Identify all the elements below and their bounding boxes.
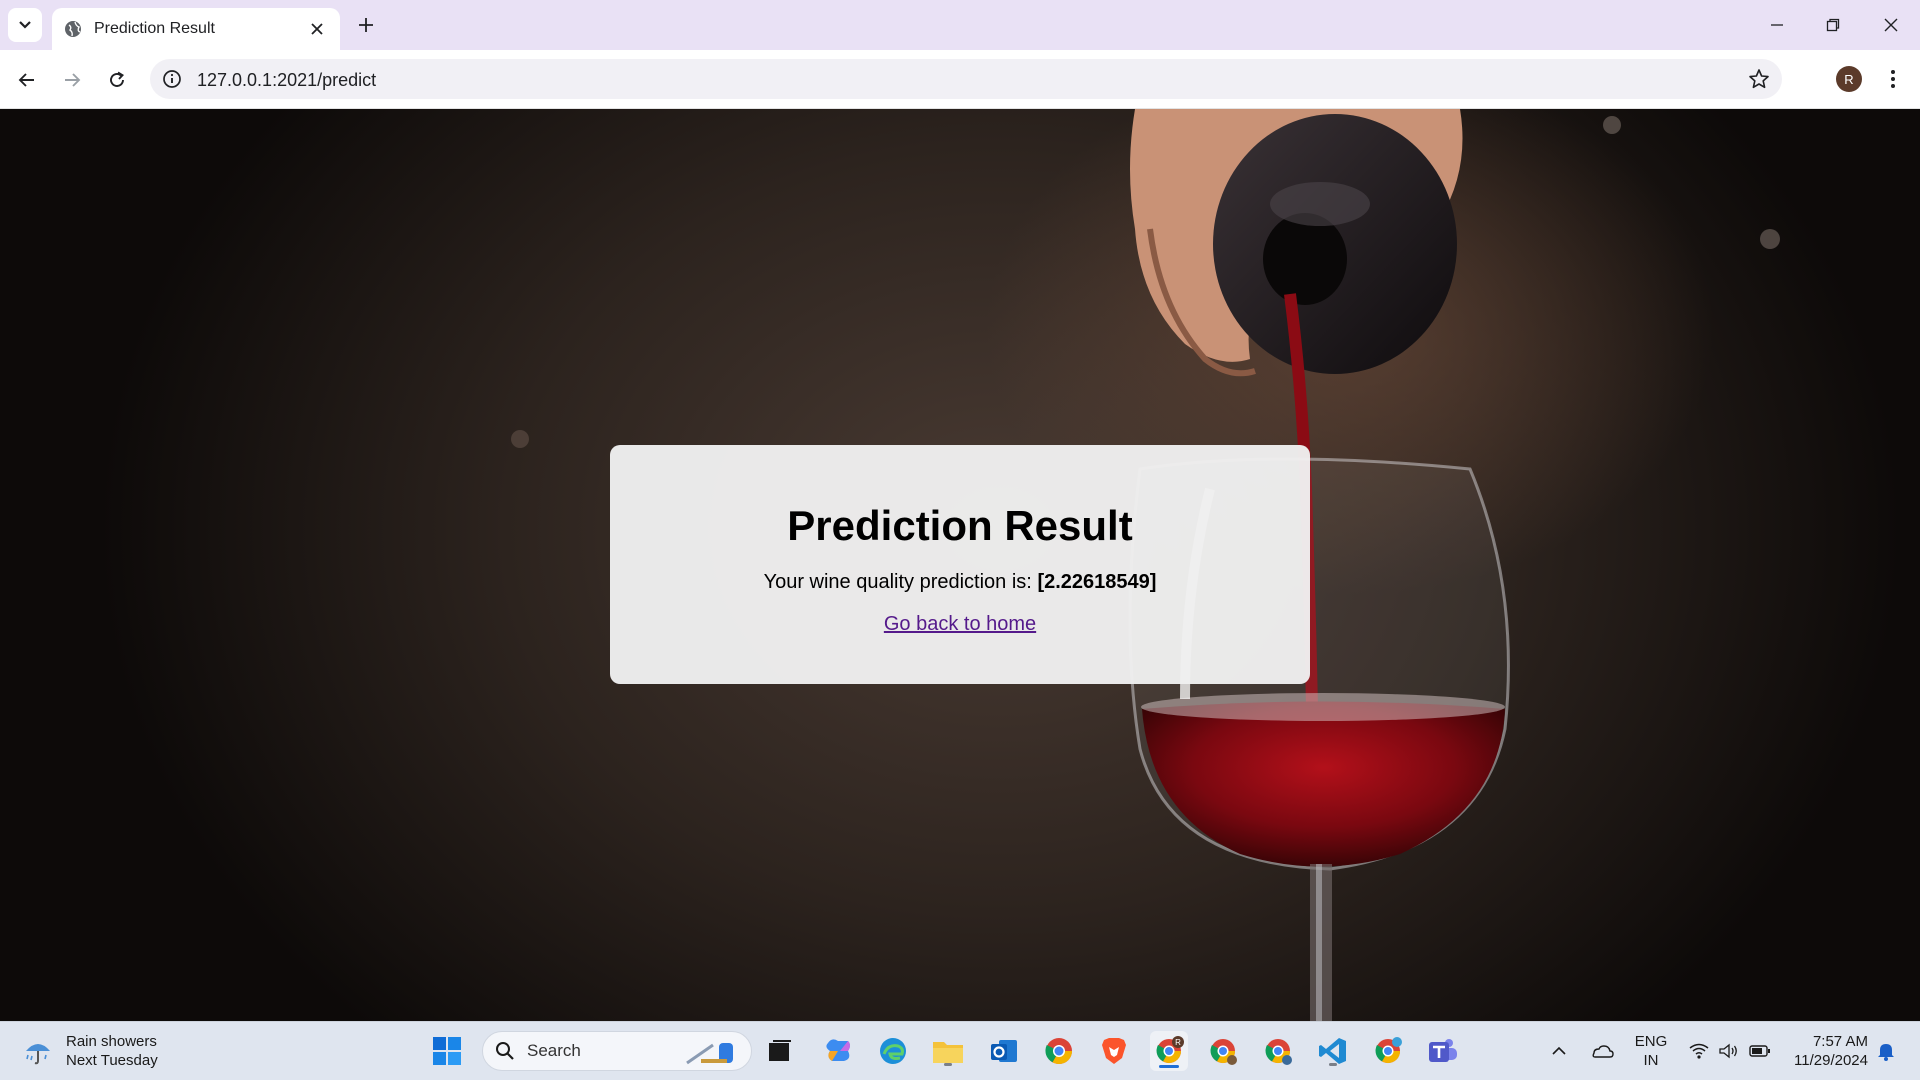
rain-umbrella-icon <box>26 1044 50 1065</box>
svg-text:R: R <box>1175 1038 1181 1047</box>
chevron-down-icon <box>19 21 31 29</box>
chrome-icon <box>1045 1038 1073 1065</box>
browser-toolbar: 127.0.0.1:2021/predict R <box>0 50 1920 109</box>
bookmark-star-icon[interactable] <box>1748 68 1770 90</box>
clock-date: 11/29/2024 <box>1794 1052 1868 1069</box>
prediction-message-prefix: Your wine quality prediction is: <box>763 571 1032 593</box>
teams-icon <box>1429 1039 1457 1062</box>
language-bottom: IN <box>1643 1052 1659 1069</box>
battery-icon <box>1749 1045 1770 1057</box>
restore-icon <box>1826 18 1840 32</box>
search-icon <box>496 1042 514 1060</box>
profile-avatar[interactable]: R <box>1836 66 1862 92</box>
vscode-icon <box>1319 1038 1346 1064</box>
chrome-profile-k-icon <box>1375 1037 1402 1064</box>
brave-icon <box>1102 1038 1126 1064</box>
chrome-button[interactable] <box>1041 1033 1077 1069</box>
outlook-icon <box>991 1040 1017 1062</box>
active-indicator <box>1159 1065 1179 1068</box>
edge-button[interactable] <box>875 1033 911 1069</box>
vscode-button[interactable] <box>1315 1033 1351 1069</box>
chrome-profile-3-button[interactable] <box>1260 1033 1296 1069</box>
address-bar[interactable]: 127.0.0.1:2021/predict <box>150 59 1782 99</box>
new-tab-button[interactable] <box>352 11 380 39</box>
file-explorer-button[interactable] <box>930 1033 966 1069</box>
minimize-icon <box>1771 24 1783 26</box>
back-button[interactable] <box>12 65 42 95</box>
chrome-profile-r-button[interactable]: R <box>1150 1031 1188 1071</box>
brave-button[interactable] <box>1096 1033 1132 1069</box>
go-home-link[interactable]: Go back to home <box>884 613 1036 636</box>
clock[interactable]: 7:57 AM 11/29/2024 <box>1786 1032 1868 1070</box>
chrome-profile-2-icon <box>1210 1039 1237 1065</box>
chrome-profile-k-button[interactable] <box>1370 1033 1406 1069</box>
bell-icon <box>1878 1044 1894 1061</box>
windows-start-icon <box>433 1037 461 1065</box>
language-indicator[interactable]: ENG IN <box>1630 1032 1672 1070</box>
chrome-profile-3-icon <box>1265 1039 1292 1065</box>
globe-icon <box>64 20 82 38</box>
arrow-right-icon <box>65 73 81 87</box>
start-button[interactable] <box>429 1033 465 1069</box>
taskbar-search[interactable]: Search <box>482 1031 752 1071</box>
quick-settings-button[interactable] <box>1680 1033 1780 1069</box>
chrome-profile-2-button[interactable] <box>1205 1033 1241 1069</box>
prediction-message: Your wine quality prediction is: [2.2261… <box>610 571 1310 594</box>
tab-title: Prediction Result <box>94 20 215 37</box>
page-title: Prediction Result <box>787 502 1133 549</box>
close-window-button[interactable] <box>1878 12 1904 38</box>
info-icon[interactable] <box>162 69 182 89</box>
forward-button[interactable] <box>57 65 87 95</box>
chrome-profile-r-icon: R <box>1156 1036 1184 1064</box>
weather-widget[interactable]: Rain showers Next Tuesday <box>22 1032 158 1070</box>
plus-icon <box>359 18 373 32</box>
chevron-up-icon <box>1552 1046 1566 1055</box>
outlook-button[interactable] <box>986 1033 1022 1069</box>
tab-search-button[interactable] <box>8 8 42 42</box>
copilot-button[interactable] <box>820 1033 856 1069</box>
edge-icon <box>880 1038 906 1064</box>
prediction-value: [2.22618549] <box>1037 571 1157 593</box>
tab-strip: Prediction Result <box>0 0 1920 50</box>
reload-button[interactable] <box>102 65 132 95</box>
wifi-icon <box>1689 1043 1709 1059</box>
arrow-left-icon <box>18 73 34 87</box>
weather-condition: Rain showers <box>66 1033 157 1050</box>
weather-when: Next Tuesday <box>66 1052 158 1069</box>
clock-time: 7:57 AM <box>1812 1033 1868 1050</box>
onedrive-button[interactable] <box>1585 1033 1619 1069</box>
notifications-button[interactable] <box>1874 1033 1898 1069</box>
task-view-button[interactable] <box>762 1033 798 1069</box>
browser-menu-button[interactable] <box>1882 66 1904 92</box>
result-card: Prediction Result Your wine quality pred… <box>610 445 1310 684</box>
close-icon <box>1884 18 1898 32</box>
volume-icon <box>1719 1043 1737 1059</box>
task-view-icon <box>769 1040 791 1061</box>
running-indicator <box>1329 1063 1337 1066</box>
browser-tab[interactable]: Prediction Result <box>52 8 340 50</box>
close-tab-icon[interactable] <box>306 18 328 40</box>
restore-button[interactable] <box>1820 12 1846 38</box>
running-indicator <box>944 1063 952 1066</box>
show-hidden-icons-button[interactable] <box>1544 1033 1574 1069</box>
copilot-icon <box>826 1039 850 1061</box>
minimize-button[interactable] <box>1764 12 1790 38</box>
file-explorer-icon <box>933 1042 963 1063</box>
search-highlight-icon <box>686 1043 733 1065</box>
reload-icon <box>110 71 124 87</box>
language-top: ENG <box>1634 1033 1668 1050</box>
more-vertical-icon <box>1891 70 1895 88</box>
search-placeholder: Search <box>527 1041 581 1060</box>
url-text[interactable]: 127.0.0.1:2021/predict <box>197 70 376 91</box>
onedrive-cloud-icon <box>1592 1045 1614 1058</box>
taskbar: Rain showers Next Tuesday Search R ENG I… <box>0 1021 1920 1080</box>
page-viewport: Prediction Result Your wine quality pred… <box>0 109 1920 1021</box>
teams-button[interactable] <box>1425 1033 1461 1069</box>
